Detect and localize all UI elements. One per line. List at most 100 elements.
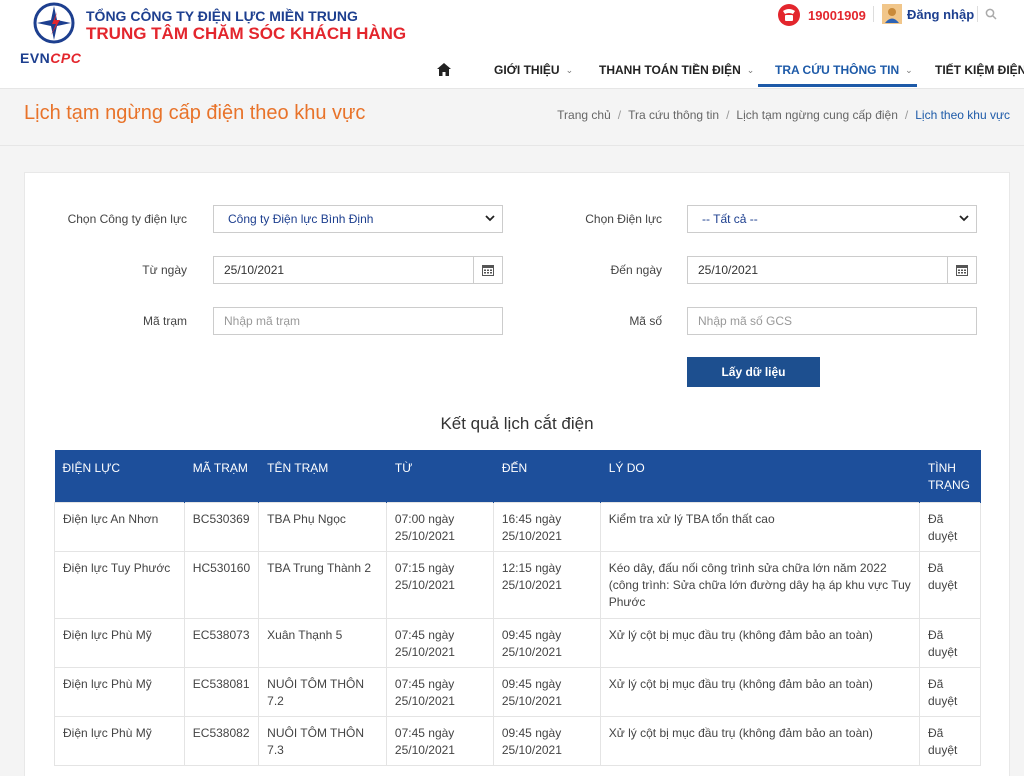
chevron-down-icon	[959, 215, 969, 222]
results-table: ĐIỆN LỰC MÃ TRẠM TÊN TRẠM TỪ ĐẾN LÝ DO T…	[54, 450, 982, 766]
station-code-label: Mã trạm	[142, 314, 187, 328]
unit-label: Chọn Điện lực	[585, 212, 662, 226]
cell-status: Đã duyệt	[918, 551, 982, 619]
breadcrumb-home[interactable]: Trang chủ	[557, 108, 611, 122]
divider	[873, 6, 874, 22]
to-date-value: 25/10/2021	[698, 263, 759, 277]
unit-select-value: -- Tất cả --	[702, 212, 758, 226]
company-name: TỔNG CÔNG TY ĐIỆN LỰC MIỀN TRUNG	[86, 8, 358, 24]
to-date-picker-button[interactable]	[947, 257, 976, 283]
home-icon[interactable]	[437, 63, 451, 76]
login-label: Đăng nhập	[907, 6, 975, 22]
table-row: Điện lực Phù Mỹ EC538081 NUÔI TÔM THÔN 7…	[54, 667, 982, 717]
nav-label: TIẾT KIỆM ĐIỆN	[935, 63, 1024, 77]
breadcrumb: Trang chủ / Tra cứu thông tin / Lịch tạm…	[557, 108, 1010, 122]
cell-status: Đã duyệt	[918, 716, 982, 766]
cell-to: 09:45 ngày 25/10/2021	[492, 716, 601, 766]
from-date-picker-button[interactable]	[473, 257, 502, 283]
cell-code: EC538082	[183, 716, 260, 766]
table-row: Điện lực Tuy Phước HC530160 TBA Trung Th…	[54, 551, 982, 619]
cell-from: 07:45 ngày 25/10/2021	[385, 667, 494, 717]
station-code-input[interactable]: Nhập mã trạm	[213, 307, 503, 335]
company-select[interactable]: Công ty Điện lực Bình Định	[213, 205, 503, 233]
chevron-down-icon	[485, 215, 495, 222]
cell-from: 07:45 ngày 25/10/2021	[385, 716, 494, 766]
evn-logo-icon[interactable]	[33, 2, 75, 44]
cell-reason: Xử lý cột bị mục đầu trụ (không đảm bảo …	[599, 618, 920, 668]
nav-label: GIỚI THIỆU	[494, 63, 560, 77]
nav-item-gioi-thieu[interactable]: GIỚI THIỆU ⌄	[494, 62, 573, 78]
nav-item-thanh-toan[interactable]: THANH TOÁN TIỀN ĐIỆN ⌄	[599, 62, 754, 78]
cell-unit: Điện lực Phù Mỹ	[54, 618, 185, 668]
fetch-data-button[interactable]: Lấy dữ liệu	[687, 357, 820, 387]
to-date-label: Đến ngày	[610, 263, 662, 277]
cell-reason: Kiểm tra xử lý TBA tổn thất cao	[599, 502, 920, 552]
hotline[interactable]: 19001909	[776, 3, 866, 27]
breadcrumb-separator: /	[904, 108, 909, 122]
cell-to: 16:45 ngày 25/10/2021	[492, 502, 601, 552]
login-link[interactable]: Đăng nhập	[882, 4, 974, 24]
from-date-value: 25/10/2021	[224, 263, 285, 277]
page-title: Lịch tạm ngừng cấp điện theo khu vực	[24, 102, 366, 124]
cell-code: EC538073	[183, 618, 260, 668]
column-header: MÃ TRẠM	[184, 450, 260, 503]
cell-reason: Kéo dây, đấu nối công trình sửa chữa lớn…	[599, 551, 920, 619]
table-row: Điện lực Phù Mỹ EC538073 Xuân Thạnh 5 07…	[54, 618, 982, 668]
company-select-value: Công ty Điện lực Bình Định	[228, 212, 374, 226]
page-title-bar: Lịch tạm ngừng cấp điện theo khu vực Tra…	[0, 88, 1024, 146]
from-date-field[interactable]: 25/10/2021	[213, 256, 503, 284]
evn-logo-text: EVNCPC	[20, 50, 82, 66]
to-date-field[interactable]: 25/10/2021	[687, 256, 977, 284]
cell-from: 07:00 ngày 25/10/2021	[385, 502, 494, 552]
cell-code: HC530160	[183, 551, 260, 619]
divider	[977, 6, 978, 22]
from-date-label: Từ ngày	[142, 263, 187, 277]
cell-reason: Xử lý cột bị mục đầu trụ (không đảm bảo …	[599, 716, 920, 766]
site-header: EVNCPC TỔNG CÔNG TY ĐIỆN LỰC MIỀN TRUNG …	[0, 0, 1024, 88]
company-label: Chọn Công ty điện lực	[67, 212, 187, 226]
chevron-down-icon: ⌄	[746, 64, 755, 75]
cell-station: Xuân Thạnh 5	[258, 618, 387, 668]
cell-unit: Điện lực An Nhơn	[54, 502, 185, 552]
breadcrumb-tra-cuu[interactable]: Tra cứu thông tin	[628, 108, 719, 122]
chevron-down-icon: ⌄	[565, 64, 574, 75]
cell-status: Đã duyệt	[918, 502, 982, 552]
calendar-icon	[482, 265, 494, 276]
cell-station: TBA Trung Thành 2	[258, 551, 387, 619]
column-header: TÌNH TRẠNG	[919, 450, 982, 503]
breadcrumb-lich-tam-ngung[interactable]: Lịch tạm ngừng cung cấp điện	[736, 108, 897, 122]
chevron-down-icon: ⌄	[905, 64, 913, 75]
cell-unit: Điện lực Phù Mỹ	[54, 667, 185, 717]
cell-unit: Điện lực Tuy Phước	[54, 551, 185, 619]
column-header: ĐẾN	[493, 450, 601, 503]
cell-station: TBA Phụ Ngọc	[258, 502, 387, 552]
nav-item-tra-cuu[interactable]: TRA CỨU THÔNG TIN ⌄	[775, 62, 913, 78]
phone-icon	[778, 4, 800, 26]
nav-item-tiet-kiem[interactable]: TIẾT KIỆM ĐIỆN	[935, 62, 1024, 78]
cell-code: EC538081	[183, 667, 260, 717]
gcs-code-label: Mã số	[629, 314, 662, 328]
cell-code: BC530369	[183, 502, 260, 552]
cell-from: 07:45 ngày 25/10/2021	[385, 618, 494, 668]
nav-label: THANH TOÁN TIỀN ĐIỆN	[599, 63, 741, 77]
cell-station: NUÔI TÔM THÔN 7.3	[258, 716, 387, 766]
table-row: Điện lực An Nhơn BC530369 TBA Phụ Ngọc 0…	[54, 502, 982, 552]
cell-from: 07:15 ngày 25/10/2021	[385, 551, 494, 619]
table-header-row: ĐIỆN LỰC MÃ TRẠM TÊN TRẠM TỪ ĐẾN LÝ DO T…	[54, 450, 982, 503]
results-title: Kết quả lịch cắt điện	[440, 414, 594, 433]
nav-active-indicator	[758, 84, 917, 87]
calendar-icon	[956, 265, 968, 276]
column-header: ĐIỆN LỰC	[54, 450, 185, 503]
breadcrumb-current: Lịch theo khu vực	[915, 108, 1010, 122]
search-icon[interactable]	[985, 8, 997, 20]
unit-select[interactable]: -- Tất cả --	[687, 205, 977, 233]
cell-reason: Xử lý cột bị mục đầu trụ (không đảm bảo …	[599, 667, 920, 717]
nav-label: TRA CỨU THÔNG TIN	[775, 63, 900, 77]
column-header: TÊN TRẠM	[258, 450, 387, 503]
cell-to: 09:45 ngày 25/10/2021	[492, 667, 601, 717]
table-row: Điện lực Phù Mỹ EC538082 NUÔI TÔM THÔN 7…	[54, 716, 982, 766]
cell-status: Đã duyệt	[918, 667, 982, 717]
gcs-code-input[interactable]: Nhập mã số GCS	[687, 307, 977, 335]
hotline-number: 19001909	[808, 7, 866, 23]
cell-station: NUÔI TÔM THÔN 7.2	[258, 667, 387, 717]
